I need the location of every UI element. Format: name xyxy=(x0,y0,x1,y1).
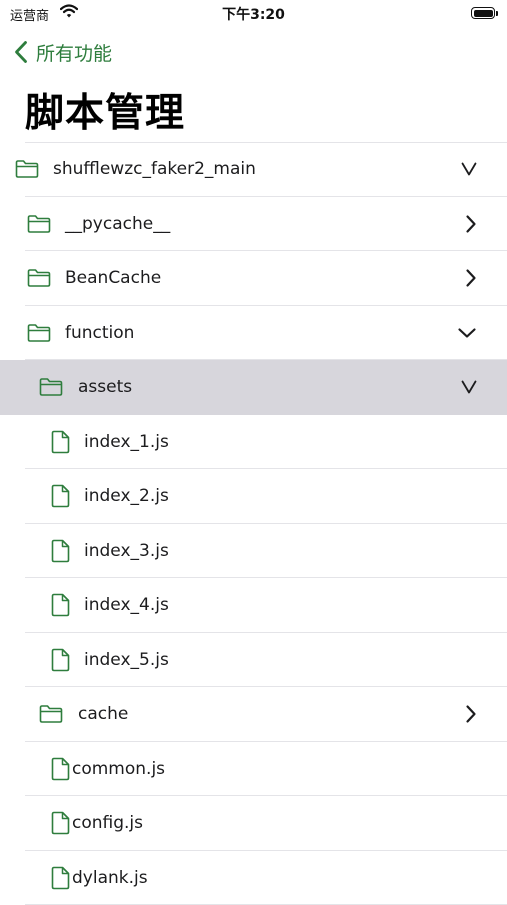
file-name: index_1.js xyxy=(84,432,169,452)
folder-row[interactable]: function xyxy=(0,306,507,361)
folder-icon xyxy=(39,377,63,397)
folder-name: cache xyxy=(78,704,128,724)
folder-row[interactable]: assets xyxy=(0,360,507,415)
folder-icon xyxy=(15,159,39,179)
file-icon xyxy=(51,539,71,563)
file-name: common.js xyxy=(72,759,165,779)
file-row[interactable]: common.js xyxy=(0,742,507,797)
file-row[interactable]: config.js xyxy=(0,796,507,851)
file-name: index_2.js xyxy=(84,486,169,506)
back-label: 所有功能 xyxy=(36,39,112,66)
folder-icon xyxy=(27,323,51,343)
chevron-right-icon xyxy=(465,268,477,288)
battery-icon xyxy=(471,7,497,19)
folder-name: __pycache__ xyxy=(65,214,170,234)
chevron-down-icon xyxy=(457,327,477,339)
folder-icon xyxy=(27,214,51,234)
folder-name: shufflewzc_faker2_main xyxy=(53,159,256,179)
folder-name: function xyxy=(65,323,134,343)
file-name: index_5.js xyxy=(84,650,169,670)
chevron-right-icon xyxy=(465,704,477,724)
file-row[interactable]: index_2.js xyxy=(0,469,507,524)
file-row[interactable]: index_1.js xyxy=(0,415,507,470)
file-icon xyxy=(51,866,71,890)
file-name: index_4.js xyxy=(84,595,169,615)
down-v-icon xyxy=(461,380,477,394)
back-button[interactable]: 所有功能 xyxy=(14,38,112,66)
folder-row[interactable]: BeanCache xyxy=(0,251,507,306)
file-icon xyxy=(51,430,71,454)
file-name: config.js xyxy=(72,813,143,833)
file-row[interactable]: index_3.js xyxy=(0,524,507,579)
folder-name: assets xyxy=(78,377,132,397)
chevron-right-icon xyxy=(465,214,477,234)
clock: 下午3:20 xyxy=(0,4,507,24)
file-icon xyxy=(51,811,71,835)
file-row[interactable]: index_4.js xyxy=(0,578,507,633)
chevron-left-icon xyxy=(14,40,28,64)
folder-row[interactable]: cache xyxy=(0,687,507,742)
file-row[interactable]: dylank.js xyxy=(0,851,507,905)
folder-icon xyxy=(27,268,51,288)
down-v-icon xyxy=(461,162,477,176)
file-name: dylank.js xyxy=(72,868,148,888)
file-icon xyxy=(51,648,71,672)
folder-row[interactable]: __pycache__ xyxy=(0,197,507,252)
status-bar: 运营商 下午3:20 xyxy=(0,0,507,28)
folder-icon xyxy=(39,704,63,724)
file-icon xyxy=(51,484,71,508)
file-tree: shufflewzc_faker2_main __pycache__ BeanCac… xyxy=(0,142,507,905)
file-icon xyxy=(51,757,71,781)
folder-row[interactable]: shufflewzc_faker2_main xyxy=(0,142,507,197)
file-icon xyxy=(51,593,71,617)
file-row[interactable]: index_5.js xyxy=(0,633,507,688)
page-title: 脚本管理 xyxy=(25,82,185,138)
file-name: index_3.js xyxy=(84,541,169,561)
folder-name: BeanCache xyxy=(65,268,161,288)
